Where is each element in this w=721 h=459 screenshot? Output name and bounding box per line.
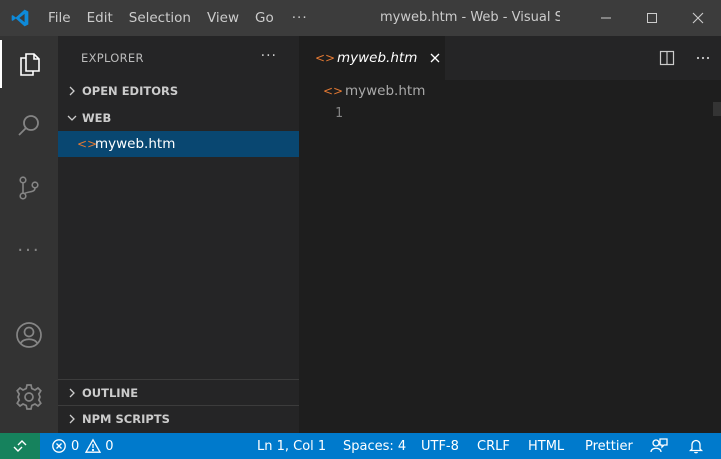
section-label: WEB: [82, 111, 112, 125]
explorer-sidebar: EXPLORER ··· OPEN EDITORS WEB <> myweb.h…: [58, 36, 299, 433]
line-number: 1: [335, 106, 343, 121]
file-name: myweb.htm: [95, 136, 176, 152]
menu-edit[interactable]: Edit: [79, 0, 121, 36]
warning-icon: [85, 438, 102, 454]
sidebar-title: EXPLORER: [81, 51, 144, 65]
html-file-icon: <>: [315, 51, 336, 65]
title-bar: File Edit Selection View Go ··· myweb.ht…: [0, 0, 721, 36]
error-count: 0: [71, 438, 80, 454]
source-control-icon[interactable]: [0, 164, 58, 212]
editor-actions: [649, 36, 721, 80]
chevron-right-icon: [58, 414, 82, 424]
editor-tabs: <> myweb.htm: [299, 36, 721, 80]
html-file-icon: <>: [323, 84, 344, 98]
window-controls: [583, 0, 721, 36]
menu-more[interactable]: ···: [282, 0, 318, 36]
code-editor[interactable]: 1: [299, 102, 721, 433]
breadcrumb-label: myweb.htm: [345, 83, 426, 99]
section-web[interactable]: WEB: [58, 105, 299, 131]
search-icon[interactable]: [0, 102, 58, 150]
breadcrumb[interactable]: <> myweb.htm: [299, 80, 721, 102]
close-icon[interactable]: [675, 0, 721, 36]
more-icon[interactable]: ···: [0, 226, 58, 274]
activity-bar: ···: [0, 36, 58, 433]
status-bar: 0 0 Ln 1, Col 1 Spaces: 4 UTF-8 CRLF HTM…: [0, 433, 721, 459]
end-of-line[interactable]: CRLF: [477, 433, 510, 459]
file-item-myweb[interactable]: <> myweb.htm: [58, 131, 299, 157]
close-icon[interactable]: [427, 50, 443, 66]
vscode-logo-icon[interactable]: [0, 0, 40, 36]
feedback-icon[interactable]: [650, 433, 668, 459]
encoding[interactable]: UTF-8: [421, 433, 459, 459]
sidebar-header: EXPLORER ···: [58, 36, 299, 80]
tab-myweb[interactable]: <> myweb.htm: [299, 36, 445, 80]
sidebar-more-button[interactable]: ···: [261, 48, 277, 64]
more-actions-icon[interactable]: [685, 36, 721, 80]
gear-icon[interactable]: [0, 373, 58, 421]
files-icon[interactable]: [0, 40, 58, 88]
chevron-down-icon: [58, 113, 82, 123]
cursor-position[interactable]: Ln 1, Col 1: [257, 433, 326, 459]
section-label: OUTLINE: [82, 385, 139, 400]
scrollbar[interactable]: [713, 102, 721, 116]
warning-count: 0: [105, 438, 114, 454]
section-npm-scripts[interactable]: NPM SCRIPTS: [58, 405, 299, 431]
menu-selection[interactable]: Selection: [121, 0, 199, 36]
error-icon: [51, 438, 67, 454]
chevron-right-icon: [58, 86, 82, 96]
section-open-editors[interactable]: OPEN EDITORS: [58, 78, 299, 104]
chevron-right-icon: [58, 388, 82, 398]
account-icon[interactable]: [0, 311, 58, 359]
problems-indicator[interactable]: 0 0: [51, 433, 114, 459]
section-outline[interactable]: OUTLINE: [58, 379, 299, 405]
menu-file[interactable]: File: [40, 0, 79, 36]
minimize-icon[interactable]: [583, 0, 629, 36]
menu-bar: File Edit Selection View Go ···: [40, 0, 318, 36]
menu-view[interactable]: View: [199, 0, 247, 36]
section-label: NPM SCRIPTS: [82, 411, 170, 426]
language-mode[interactable]: HTML: [528, 433, 564, 459]
html-file-icon: <>: [77, 137, 98, 151]
menu-go[interactable]: Go: [247, 0, 282, 36]
window-title: myweb.htm - Web - Visual Studio Code: [380, 10, 560, 25]
split-editor-icon[interactable]: [649, 36, 685, 80]
remote-indicator[interactable]: [0, 433, 40, 459]
prettier-status[interactable]: Prettier: [585, 433, 633, 459]
maximize-icon[interactable]: [629, 0, 675, 36]
tab-label: myweb.htm: [337, 50, 418, 66]
bell-icon[interactable]: [688, 433, 704, 459]
section-label: OPEN EDITORS: [82, 84, 179, 98]
indentation[interactable]: Spaces: 4: [343, 433, 406, 459]
